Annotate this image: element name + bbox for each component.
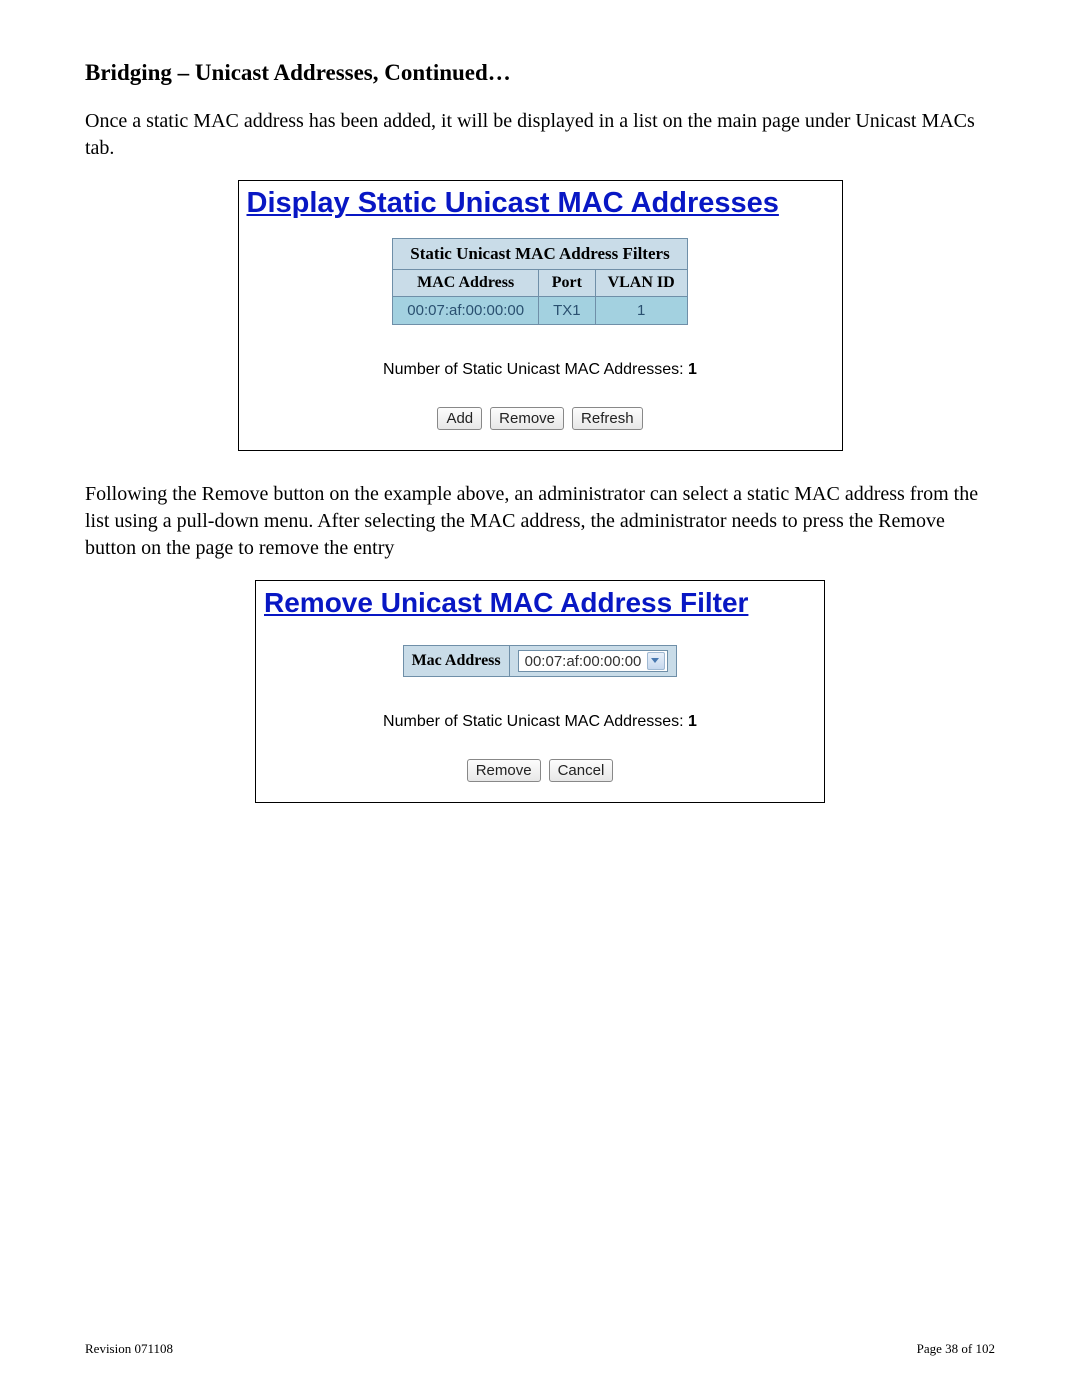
refresh-button[interactable]: Refresh <box>572 407 643 430</box>
remove-mac-panel: Remove Unicast MAC Address Filter Mac Ad… <box>255 580 825 803</box>
cell-mac: 00:07:af:00:00:00 <box>393 297 539 325</box>
count-label: Number of Static Unicast MAC Addresses: <box>383 361 688 378</box>
footer-revision: Revision 071108 <box>85 1341 173 1357</box>
section-heading: Bridging – Unicast Addresses, Continued… <box>85 60 995 86</box>
remove-button[interactable]: Remove <box>490 407 564 430</box>
intro-paragraph-2: Following the Remove button on the examp… <box>85 481 995 562</box>
table-row[interactable]: 00:07:af:00:00:00 TX1 1 <box>393 297 687 325</box>
dropdown-value: 00:07:af:00:00:00 <box>525 653 642 670</box>
table-caption: Static Unicast MAC Address Filters <box>392 238 687 269</box>
mac-select-form: Mac Address 00:07:af:00:00:00 <box>403 645 678 677</box>
cell-port: TX1 <box>539 297 596 325</box>
count-value-2: 1 <box>688 713 697 730</box>
mac-address-dropdown-cell: 00:07:af:00:00:00 <box>509 646 677 677</box>
chevron-down-icon <box>647 652 665 670</box>
count-label-2: Number of Static Unicast MAC Addresses: <box>383 713 688 730</box>
mac-address-dropdown[interactable]: 00:07:af:00:00:00 <box>518 650 669 672</box>
panel1-title: Display Static Unicast MAC Addresses <box>247 187 836 220</box>
cancel-button[interactable]: Cancel <box>549 759 614 782</box>
count-line-2: Number of Static Unicast MAC Addresses: … <box>262 713 818 731</box>
add-button[interactable]: Add <box>437 407 482 430</box>
col-port: Port <box>539 270 596 297</box>
remove-button-2[interactable]: Remove <box>467 759 541 782</box>
panel2-title: Remove Unicast MAC Address Filter <box>264 587 818 619</box>
page-footer: Revision 071108 Page 38 of 102 <box>85 1341 995 1357</box>
intro-paragraph-1: Once a static MAC address has been added… <box>85 108 995 162</box>
mac-address-label: Mac Address <box>403 646 509 677</box>
display-static-mac-panel: Display Static Unicast MAC Addresses Sta… <box>238 180 843 451</box>
footer-page-number: Page 38 of 102 <box>917 1341 995 1357</box>
col-vlan-id: VLAN ID <box>595 270 687 297</box>
col-mac-address: MAC Address <box>393 270 539 297</box>
cell-vlan: 1 <box>595 297 687 325</box>
count-value: 1 <box>688 361 697 378</box>
count-line: Number of Static Unicast MAC Addresses: … <box>245 361 836 379</box>
mac-address-table: Static Unicast MAC Address Filters MAC A… <box>392 238 687 325</box>
